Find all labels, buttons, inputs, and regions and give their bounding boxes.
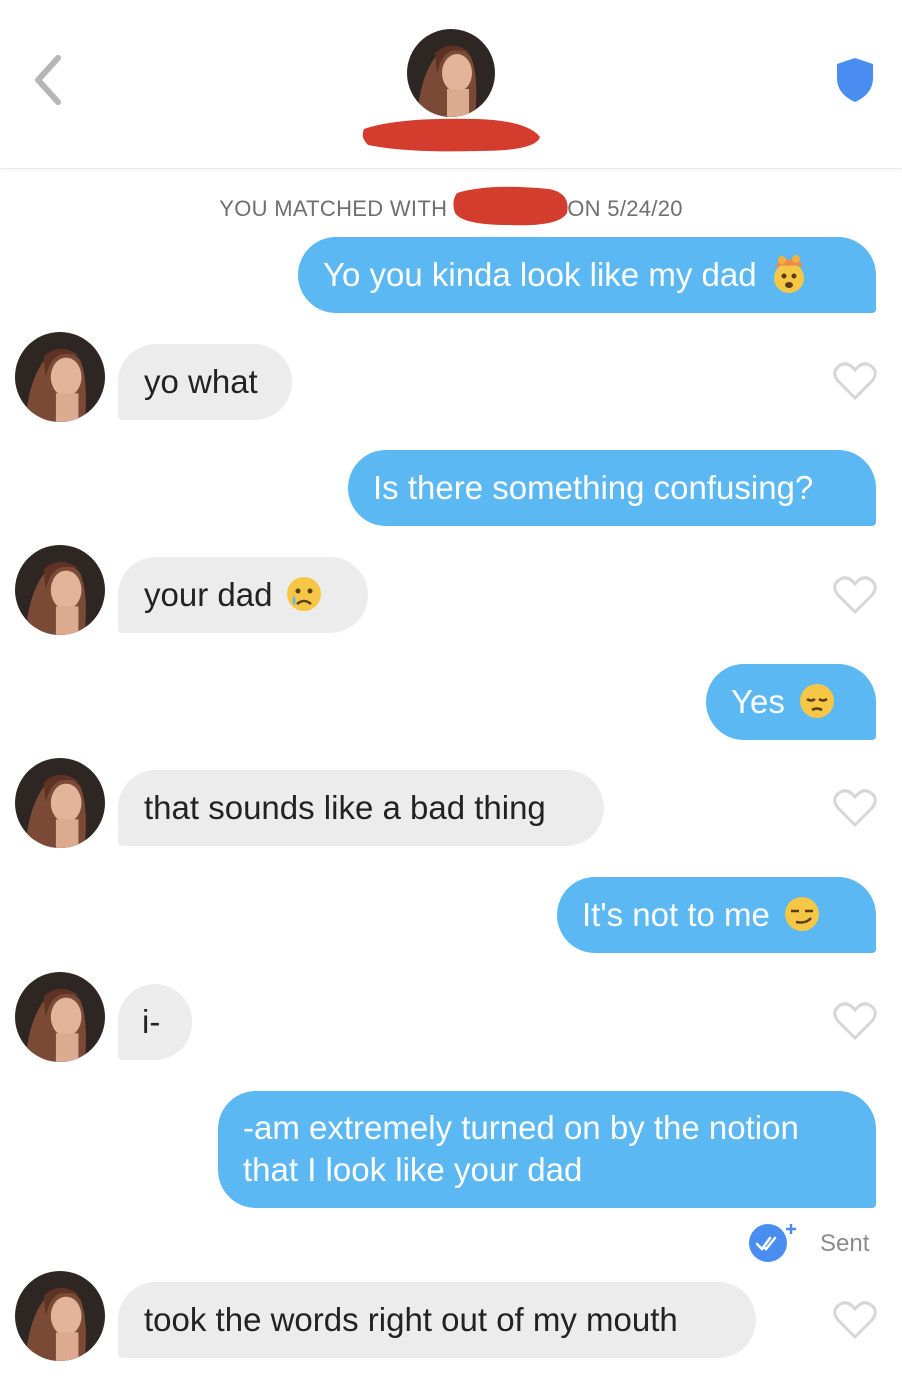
match-avatar[interactable] xyxy=(15,972,105,1062)
heart-icon[interactable] xyxy=(833,575,877,615)
incoming-message[interactable]: took the words right out of my mouth xyxy=(118,1282,756,1358)
redacted-name xyxy=(362,118,540,152)
outgoing-message[interactable]: It's not to me xyxy=(557,877,876,953)
message-text: your dad xyxy=(144,576,273,613)
heart-icon[interactable] xyxy=(833,361,877,401)
sent-label: Sent xyxy=(820,1230,870,1257)
match-notice-prefix: YOU MATCHED WITH xyxy=(219,196,448,221)
chevron-left-icon[interactable] xyxy=(30,52,70,108)
outgoing-message[interactable]: Is there something confusing? xyxy=(348,450,876,526)
sent-status: Sent xyxy=(746,1222,876,1262)
incoming-message[interactable]: your dad xyxy=(118,557,368,633)
heart-icon[interactable] xyxy=(833,788,877,828)
pensive-face-emoji xyxy=(799,684,834,719)
smirking-face-emoji xyxy=(784,897,819,932)
match-avatar[interactable] xyxy=(15,758,105,848)
incoming-message[interactable]: yo what xyxy=(118,344,292,420)
message-text: yo what xyxy=(144,363,258,400)
match-avatar[interactable] xyxy=(15,1271,105,1361)
incoming-message[interactable]: that sounds like a bad thing xyxy=(118,770,604,846)
match-avatar[interactable] xyxy=(15,545,105,635)
message-text: Yo you kinda look like my dad xyxy=(323,256,757,293)
chat-header xyxy=(0,0,902,169)
message-text: -am extremely turned on by the notion th… xyxy=(243,1109,799,1188)
heart-icon[interactable] xyxy=(833,1300,877,1340)
message-text: that sounds like a bad thing xyxy=(144,789,546,826)
shield-icon[interactable] xyxy=(833,56,877,104)
crying-face-emoji xyxy=(287,577,322,612)
incoming-message[interactable]: i- xyxy=(118,984,192,1060)
message-text: Yes xyxy=(731,683,785,720)
match-avatar[interactable] xyxy=(407,29,495,117)
message-text: Is there something confusing? xyxy=(373,469,814,506)
outgoing-message[interactable]: Yo you kinda look like my dad xyxy=(298,237,876,313)
message-text: It's not to me xyxy=(582,896,770,933)
outgoing-message[interactable]: -am extremely turned on by the notion th… xyxy=(218,1091,876,1208)
message-text: took the words right out of my mouth xyxy=(144,1301,678,1338)
double-check-icon xyxy=(749,1224,796,1262)
message-text: i- xyxy=(142,1003,161,1040)
exploding-head-emoji xyxy=(773,255,804,294)
heart-icon[interactable] xyxy=(833,1001,877,1041)
redacted-match-name xyxy=(453,186,568,226)
match-avatar[interactable] xyxy=(15,332,105,422)
match-notice-date: ON 5/24/20 xyxy=(567,196,683,221)
outgoing-message[interactable]: Yes xyxy=(706,664,876,740)
